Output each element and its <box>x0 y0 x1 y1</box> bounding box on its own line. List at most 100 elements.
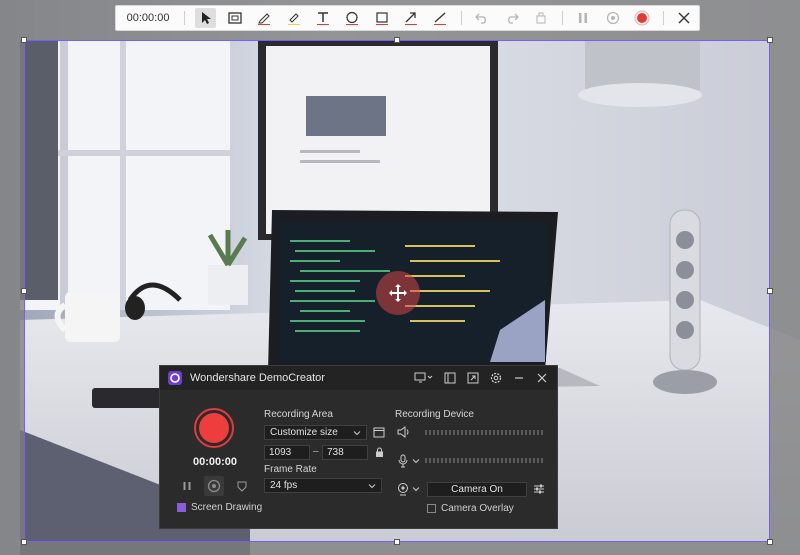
dim-overlay-right <box>770 40 800 542</box>
rectangle-tool-button[interactable] <box>371 8 392 28</box>
minimize-icon <box>515 377 523 379</box>
camera-overlay-checkbox[interactable] <box>427 504 436 513</box>
compact-mode-button[interactable] <box>465 370 481 386</box>
gear-icon <box>490 372 502 384</box>
undo-icon <box>475 13 487 24</box>
cursor-icon <box>201 12 211 24</box>
screen-drawing-label: Screen Drawing <box>191 502 263 513</box>
pause-button[interactable] <box>177 476 197 496</box>
close-toolbar-button[interactable] <box>674 8 695 28</box>
resize-handle-bottom[interactable] <box>394 539 400 545</box>
webcam-icon[interactable] <box>397 482 409 496</box>
microphone-volume-meter <box>425 458 543 463</box>
undo-button[interactable] <box>472 8 493 28</box>
annotation-toolbar: 00:00:00 <box>115 5 700 31</box>
recorder-panel: Wondershare DemoCreator 00:00:00 Screen … <box>159 365 558 529</box>
start-recording-button[interactable] <box>194 408 234 448</box>
dim-overlay-bottom <box>0 542 800 555</box>
microphone-icon[interactable] <box>397 454 409 468</box>
screenshot-icon <box>228 12 242 24</box>
resize-handle-top-left[interactable] <box>21 37 27 43</box>
resize-handle-top-right[interactable] <box>767 37 773 43</box>
area-height-input[interactable]: 738 <box>322 445 368 460</box>
screenshot-tool-button[interactable] <box>224 8 245 28</box>
arrow-icon <box>404 12 417 25</box>
pause-icon <box>183 482 191 490</box>
circle-tool-button[interactable] <box>342 8 363 28</box>
redo-icon <box>507 13 519 24</box>
record-button[interactable] <box>631 8 652 28</box>
divider <box>662 11 664 25</box>
sidebar-toggle-button[interactable] <box>442 370 458 386</box>
pen-tool-button[interactable] <box>254 8 275 28</box>
camera-overlay-toggle[interactable]: Camera Overlay <box>427 503 514 514</box>
minimize-button[interactable] <box>511 370 527 386</box>
pause-icon <box>579 13 588 23</box>
divider <box>184 11 186 25</box>
recording-area-mode-value: Customize size <box>270 427 338 438</box>
screen-drawing-checkbox[interactable] <box>177 503 186 512</box>
resize-handle-bottom-left[interactable] <box>21 539 27 545</box>
recording-area-title: Recording Area <box>264 409 333 420</box>
screen-drawing-tool-button[interactable] <box>232 476 252 496</box>
eraser-button[interactable] <box>530 8 551 28</box>
speaker-icon[interactable] <box>397 426 411 438</box>
stop-restart-button[interactable] <box>602 8 623 28</box>
settings-button[interactable] <box>488 370 504 386</box>
highlighter-tool-button[interactable] <box>283 8 304 28</box>
resize-handle-top[interactable] <box>394 37 400 43</box>
recording-device-title: Recording Device <box>395 409 474 420</box>
record-icon <box>634 10 650 26</box>
chevron-down-icon <box>368 484 376 489</box>
divider <box>561 11 563 25</box>
text-icon <box>316 12 329 25</box>
eraser-icon <box>536 12 546 24</box>
size-separator: – <box>313 446 319 457</box>
screen-select-button[interactable] <box>413 370 435 386</box>
circle-icon <box>346 11 359 25</box>
speaker-volume-meter <box>425 430 543 435</box>
stop-icon <box>606 11 619 25</box>
close-icon <box>678 12 690 24</box>
pause-button[interactable] <box>573 8 594 28</box>
highlighter-icon <box>287 13 300 25</box>
redo-button[interactable] <box>501 8 522 28</box>
rectangle-icon <box>375 12 388 25</box>
stop-button[interactable] <box>204 476 224 496</box>
lock-icon[interactable] <box>375 447 384 458</box>
recording-timer: 00:00:00 <box>192 456 238 468</box>
title-bar: Wondershare DemoCreator <box>160 366 557 390</box>
frame-rate-select[interactable]: 24 fps <box>264 478 382 493</box>
toolbar-timer: 00:00:00 <box>126 12 170 24</box>
resize-handle-left[interactable] <box>21 288 27 294</box>
pen-icon <box>258 13 271 25</box>
move-area-handle[interactable] <box>376 271 420 315</box>
line-tool-button[interactable] <box>430 8 451 28</box>
close-panel-button[interactable] <box>534 370 550 386</box>
stop-icon <box>207 479 221 493</box>
chevron-down-icon[interactable] <box>412 485 420 493</box>
move-arrows-icon <box>389 284 407 302</box>
record-icon <box>199 413 229 443</box>
fullscreen-area-icon[interactable] <box>373 427 385 438</box>
close-icon <box>537 373 547 383</box>
cursor-tool-button[interactable] <box>195 8 217 28</box>
panel-icon <box>444 372 456 384</box>
resize-handle-right[interactable] <box>767 288 773 294</box>
monitor-dropdown-icon <box>414 372 433 383</box>
area-width-input[interactable]: 1093 <box>264 445 310 460</box>
sliders-icon[interactable] <box>533 483 545 495</box>
chevron-down-icon[interactable] <box>412 457 420 465</box>
frame-rate-title: Frame Rate <box>264 464 317 475</box>
frame-rate-value: 24 fps <box>270 480 298 491</box>
collapse-icon <box>467 372 479 384</box>
resize-handle-bottom-right[interactable] <box>767 539 773 545</box>
recording-area-mode-select[interactable]: Customize size <box>264 425 367 440</box>
camera-on-button[interactable]: Camera On <box>427 482 527 497</box>
text-tool-button[interactable] <box>312 8 333 28</box>
app-title: Wondershare DemoCreator <box>190 372 325 384</box>
line-icon <box>434 12 447 25</box>
camera-overlay-label: Camera Overlay <box>441 503 514 514</box>
screen-drawing-toggle[interactable]: Screen Drawing <box>177 502 262 513</box>
arrow-tool-button[interactable] <box>400 8 421 28</box>
